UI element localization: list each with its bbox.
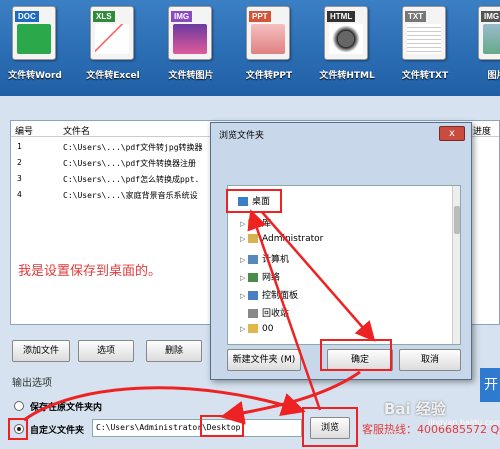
tag-label: HTML <box>327 11 356 22</box>
button-label: 文件转HTML <box>319 71 375 81</box>
txt-file-icon: TXT <box>402 6 446 60</box>
convert-to-html-button[interactable]: HTML 文件转HTML <box>312 6 382 92</box>
tag-label: IMG <box>171 11 193 22</box>
library-icon <box>248 219 258 228</box>
tree-item-label: 网络 <box>262 273 281 283</box>
image-convert-button[interactable]: IMG 图片转 <box>466 6 500 92</box>
tree-item-network[interactable]: ▷ 网络 <box>240 270 280 286</box>
tag-label: PPT <box>249 11 271 22</box>
network-icon <box>248 273 258 282</box>
img-file-icon: IMG <box>478 6 500 60</box>
tree-item-label: 00 <box>262 324 274 334</box>
convert-to-excel-button[interactable]: XLS 文件转Excel <box>78 6 148 92</box>
highlight-custom-folder-radio <box>8 418 28 440</box>
close-button[interactable]: x <box>439 126 465 141</box>
dialog-title: 浏览文件夹 <box>219 131 265 141</box>
ppt-file-icon: PPT <box>246 6 290 60</box>
row-number: 2 <box>17 158 22 167</box>
computer-icon <box>248 255 258 264</box>
tree-item-control-panel[interactable]: ▷ 控制面板 <box>240 288 298 304</box>
delete-button[interactable]: 删除 <box>146 340 202 362</box>
radio-save-original-folder[interactable] <box>14 401 24 411</box>
tree-item-label: Administrator <box>262 234 324 244</box>
tag-label: TXT <box>405 11 427 22</box>
row-filename: C:\Users\...\pdf怎么转换成ppt. <box>63 175 200 184</box>
options-button[interactable]: 选项 <box>78 340 134 362</box>
cancel-button[interactable]: 取消 <box>399 349 461 371</box>
watermark: Bai 经验 <box>384 400 446 418</box>
row-number: 3 <box>17 174 22 183</box>
output-path-field[interactable]: C:\Users\Administrator\Desktop <box>92 419 302 437</box>
tree-item-recycle-bin[interactable]: 回收站 <box>248 306 289 322</box>
recycle-bin-icon <box>248 309 258 318</box>
highlight-desktop <box>226 189 282 213</box>
new-folder-button[interactable]: 新建文件夹 (M) <box>227 349 301 371</box>
expand-arrow-icon[interactable]: ▷ <box>240 274 248 282</box>
tree-item-label: 库 <box>262 219 272 229</box>
scrollbar-thumb[interactable] <box>454 206 460 234</box>
option-label: 自定义文件夹 <box>30 426 85 436</box>
tree-item-folder-00[interactable]: ▷ 00 <box>240 324 273 340</box>
button-label: 文件转Excel <box>86 71 140 81</box>
button-label: 文件转图片 <box>168 71 214 81</box>
button-label: 文件转TXT <box>401 71 449 81</box>
tree-item-administrator[interactable]: ▷ Administrator <box>240 234 323 250</box>
img-file-icon: IMG <box>168 6 212 60</box>
convert-to-ppt-button[interactable]: PPT 文件转PPT <box>234 6 304 92</box>
convert-to-image-button[interactable]: IMG 文件转图片 <box>156 6 226 92</box>
tree-item-label: 回收站 <box>262 309 290 319</box>
tree-scrollbar[interactable] <box>452 186 460 344</box>
expand-arrow-icon[interactable]: ▷ <box>240 235 248 243</box>
add-file-button[interactable]: 添加文件 <box>12 340 70 362</box>
convert-to-txt-button[interactable]: TXT 文件转TXT <box>390 6 460 92</box>
output-options-label: 输出选项 <box>12 378 52 389</box>
button-label: 文件转Word <box>8 71 62 81</box>
row-filename: C:\Users\...\pdf文件转jpg转换器 <box>63 143 203 152</box>
tree-item-computer[interactable]: ▷ 计算机 <box>240 252 289 268</box>
convert-to-word-button[interactable]: DOC 文件转Word <box>0 6 70 92</box>
expand-arrow-icon[interactable]: ▷ <box>240 256 248 264</box>
button-label: 图片转 <box>487 71 500 81</box>
highlight-ok <box>320 339 392 371</box>
tree-item-label: 控制面板 <box>262 291 299 301</box>
table-row[interactable]: 1 C:\Users\...\pdf文件转jpg转换器 <box>15 142 215 158</box>
watermark-url: jingyan.baidu.com <box>428 418 500 427</box>
xls-file-icon: XLS <box>90 6 134 60</box>
user-folder-icon <box>248 234 258 243</box>
doc-file-icon: DOC <box>12 6 56 60</box>
table-row[interactable]: 3 C:\Users\...\pdf怎么转换成ppt. <box>15 174 215 190</box>
html-file-icon: HTML <box>324 6 368 60</box>
tag-label: DOC <box>15 11 39 22</box>
tag-label: IMG <box>481 11 500 22</box>
tag-label: XLS <box>93 11 115 22</box>
row-filename: C:\Users\...\pdf文件转换器注册 <box>63 159 197 168</box>
start-button[interactable]: 开 <box>480 368 500 402</box>
table-row[interactable]: 4 C:\Users\...\家庭背景音乐系统设 <box>15 190 215 206</box>
tree-item-label: 计算机 <box>262 255 290 265</box>
folder-icon <box>248 324 258 333</box>
expand-arrow-icon[interactable]: ▷ <box>240 325 248 333</box>
toolbar: DOC 文件转Word XLS 文件转Excel IMG 文件转图片 PPT 文… <box>0 0 500 96</box>
row-filename: C:\Users\...\家庭背景音乐系统设 <box>63 191 198 200</box>
row-number: 4 <box>17 190 22 199</box>
option-label: 保存在原文件夹内 <box>30 403 103 413</box>
control-panel-icon <box>248 291 258 300</box>
expand-arrow-icon[interactable]: ▷ <box>240 220 248 228</box>
row-number: 1 <box>17 142 22 151</box>
tree-item-library[interactable]: ▷ 库 <box>240 216 271 232</box>
highlight-browse <box>302 407 358 447</box>
button-label: 文件转PPT <box>245 71 293 81</box>
table-row[interactable]: 2 C:\Users\...\pdf文件转换器注册 <box>15 158 215 174</box>
expand-arrow-icon[interactable]: ▷ <box>240 292 248 300</box>
annotation-text: 我是设置保存到桌面的。 <box>18 264 162 279</box>
highlight-desktop-path <box>200 415 244 437</box>
